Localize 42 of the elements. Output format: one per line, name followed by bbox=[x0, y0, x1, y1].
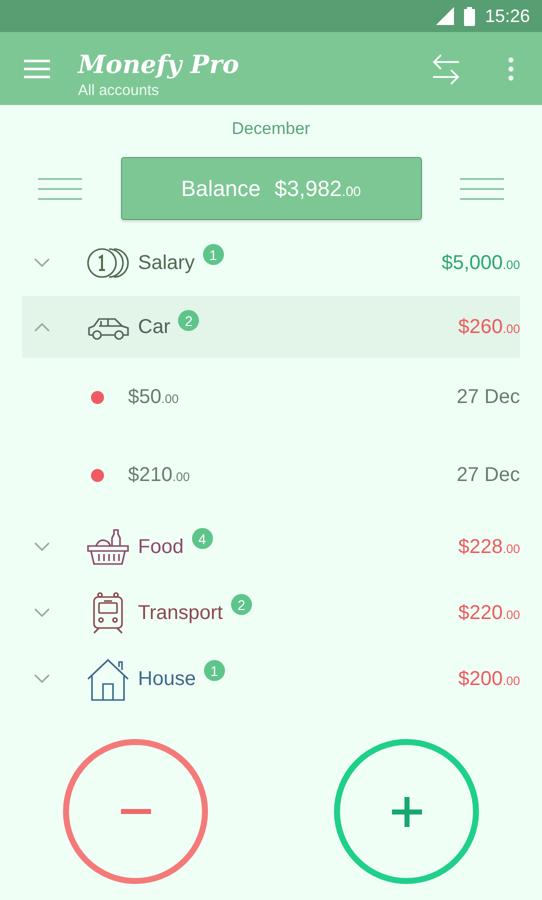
count-badge: 4 bbox=[192, 528, 213, 549]
transaction-amount[interactable]: $210.00 bbox=[128, 464, 190, 486]
count-badge: 2 bbox=[230, 594, 252, 615]
more-icon[interactable] bbox=[508, 56, 514, 80]
menu-icon[interactable] bbox=[24, 58, 50, 78]
category-row-highlight[interactable]: Car 2 $260.00 bbox=[22, 296, 520, 358]
list-icon[interactable] bbox=[38, 178, 82, 200]
status-time: 15:26 bbox=[484, 6, 530, 26]
count-badge: 1 bbox=[202, 244, 224, 265]
transfer-icon[interactable] bbox=[432, 52, 460, 84]
expand-chevron-icon[interactable] bbox=[34, 674, 50, 684]
expand-chevron-icon[interactable] bbox=[34, 608, 50, 618]
transaction-date: 27 Dec bbox=[456, 464, 520, 486]
category-amount: $5,000.00 bbox=[442, 252, 520, 274]
category-amount: $220.00 bbox=[458, 602, 520, 624]
expand-chevron-icon[interactable] bbox=[34, 542, 50, 552]
count-badge: 2 bbox=[178, 310, 200, 331]
house-icon bbox=[87, 658, 129, 700]
month-label[interactable]: December bbox=[0, 105, 542, 139]
transaction-amount[interactable]: $50.00 bbox=[128, 386, 179, 408]
category-name: Food bbox=[138, 536, 184, 558]
list-icon[interactable] bbox=[460, 178, 504, 200]
expand-chevron-icon[interactable] bbox=[34, 258, 50, 268]
count-badge: 1 bbox=[204, 660, 225, 681]
category-amount: $200.00 bbox=[458, 668, 520, 690]
category-name: Transport bbox=[138, 602, 223, 624]
collapse-chevron-icon[interactable] bbox=[34, 322, 50, 332]
income-button[interactable] bbox=[334, 739, 479, 884]
transaction-date: 27 Dec bbox=[456, 386, 520, 408]
coins-icon bbox=[86, 247, 130, 279]
signal-icon bbox=[436, 7, 454, 25]
basket-icon bbox=[86, 528, 130, 566]
minus-icon bbox=[120, 809, 150, 814]
battery-icon bbox=[464, 6, 475, 26]
category-amount: $228.00 bbox=[458, 536, 520, 558]
app-title: Monefy Pro bbox=[78, 50, 240, 80]
category-name: Salary bbox=[138, 252, 195, 274]
plus-icon bbox=[392, 796, 422, 826]
category-amount: $260.00 bbox=[458, 316, 520, 338]
category-name: House bbox=[138, 668, 196, 690]
expense-button[interactable] bbox=[63, 739, 208, 884]
category-name: Car bbox=[138, 316, 170, 338]
